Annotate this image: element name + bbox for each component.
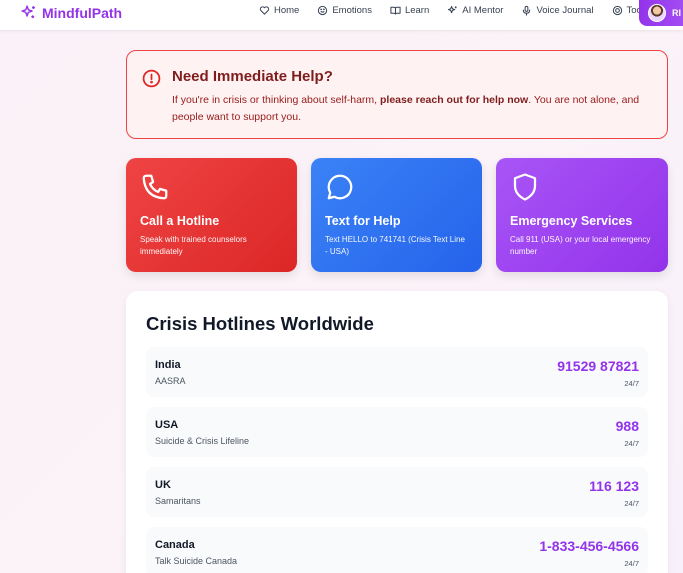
- top-navbar: MindfulPath Home Emotions Learn AI Mento…: [0, 0, 683, 30]
- message-circle-icon: [327, 174, 353, 200]
- alert-title: Need Immediate Help?: [172, 68, 333, 85]
- card-title: Call a Hotline: [140, 214, 220, 228]
- hotline-row-usa: USA Suicide & Crisis Lifeline 988 24/7: [146, 407, 648, 457]
- sparkles-icon: [448, 5, 457, 14]
- hotline-availability: 24/7: [624, 559, 639, 568]
- hotline-country: Canada: [155, 539, 195, 551]
- sparkles-icon: [21, 5, 35, 19]
- nav-item-label: AI Mentor: [462, 5, 504, 16]
- user-initials: RI: [672, 8, 681, 18]
- shield-icon: [513, 173, 537, 201]
- hotline-country: India: [155, 359, 181, 371]
- nav-item-label: Home: [274, 5, 300, 16]
- hotline-number-link[interactable]: 91529 87821: [557, 358, 639, 374]
- nav-item-home[interactable]: Home: [259, 5, 299, 16]
- hotline-availability: 24/7: [624, 439, 639, 448]
- card-title: Emergency Services: [510, 214, 633, 228]
- hotline-organization: Suicide & Crisis Lifeline: [155, 436, 250, 446]
- smile-icon: [318, 5, 328, 16]
- immediate-help-alert: Need Immediate Help? If you're in crisis…: [126, 50, 668, 139]
- hotline-organization: Samaritans: [155, 496, 201, 506]
- nav-item-ai-mentor[interactable]: AI Mentor: [447, 5, 503, 16]
- hotline-country: USA: [155, 419, 179, 431]
- card-title: Text for Help: [325, 214, 401, 228]
- hotline-availability: 24/7: [624, 499, 639, 508]
- hotline-row-india: India AASRA 91529 87821 24/7: [146, 347, 648, 397]
- emergency-services-card[interactable]: Emergency Services Call 911 (USA) or you…: [496, 158, 668, 272]
- nav-item-emotions[interactable]: Emotions: [317, 5, 372, 16]
- hotline-row-canada: Canada Talk Suicide Canada 1-833-456-456…: [146, 527, 648, 573]
- nav-item-voice-journal[interactable]: Voice Journal: [521, 5, 594, 16]
- alert-text-before: If you're in crisis or thinking about se…: [172, 94, 381, 106]
- panel-title: Crisis Hotlines Worldwide: [146, 313, 374, 334]
- nav-item-label: Learn: [404, 5, 430, 16]
- alert-circle-icon: [142, 69, 161, 88]
- nav-item-label: Emotions: [332, 5, 372, 16]
- phone-icon: [142, 174, 168, 200]
- alert-message: If you're in crisis or thinking about se…: [172, 92, 652, 126]
- hotline-number-link[interactable]: 116 123: [589, 478, 639, 494]
- alert-text-bold: please reach out for help now: [380, 94, 529, 106]
- crisis-hotlines-panel: Crisis Hotlines Worldwide India AASRA 91…: [126, 291, 668, 573]
- avatar: [648, 4, 666, 22]
- card-description: Text HELLO to 741741 (Crisis Text Line -…: [325, 235, 465, 256]
- nav-links: Home Emotions Learn AI Mentor Voice Jour…: [259, 5, 682, 16]
- text-for-help-card[interactable]: Text for Help Text HELLO to 741741 (Cris…: [311, 158, 482, 272]
- hotline-organization: AASRA: [155, 376, 186, 386]
- hotline-row-uk: UK Samaritans 116 123 24/7: [146, 467, 648, 517]
- hotline-availability: 24/7: [624, 379, 639, 388]
- call-hotline-card[interactable]: Call a Hotline Speak with trained counse…: [126, 158, 297, 272]
- card-description: Call 911 (USA) or your local emergency n…: [510, 235, 651, 256]
- globe-icon: [612, 5, 622, 16]
- nav-item-label: Voice Journal: [536, 5, 594, 16]
- brand-name: MindfulPath: [42, 4, 123, 21]
- heart-icon: [259, 6, 270, 15]
- card-description: Speak with trained counselors immediatel…: [140, 235, 247, 256]
- nav-item-learn[interactable]: Learn: [390, 5, 429, 16]
- brand-logo[interactable]: MindfulPath: [20, 4, 122, 21]
- hotline-country: UK: [155, 479, 171, 491]
- hotline-number-link[interactable]: 988: [616, 418, 639, 434]
- hotline-number-link[interactable]: 1-833-456-4566: [539, 538, 639, 554]
- mic-icon: [523, 5, 531, 16]
- user-menu-button[interactable]: RI: [639, 0, 683, 26]
- hotline-organization: Talk Suicide Canada: [155, 556, 238, 566]
- book-icon: [390, 6, 401, 15]
